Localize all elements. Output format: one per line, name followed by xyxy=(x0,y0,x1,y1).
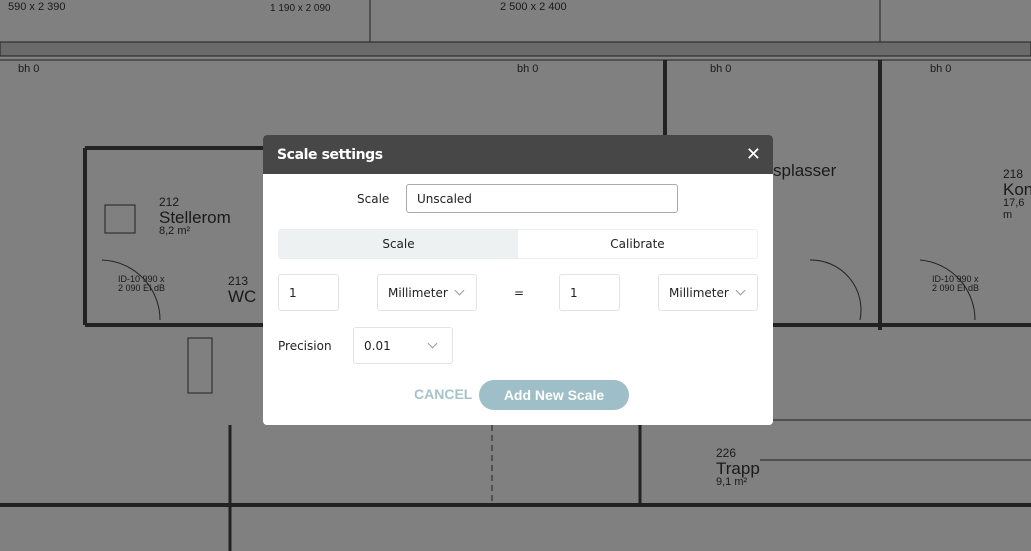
dialog-title: Scale settings xyxy=(277,146,383,163)
scale-label: Scale xyxy=(357,192,390,206)
room-label: 226 Trapp 9,1 m² xyxy=(716,446,760,489)
scale-name-value: Unscaled xyxy=(417,191,472,206)
annotation: bh 0 xyxy=(18,63,40,75)
annotation: 590 x 2 390 xyxy=(8,1,66,13)
left-unit-select[interactable]: Millimeter xyxy=(377,274,477,311)
close-icon[interactable]: ✕ xyxy=(746,144,761,165)
annotation: bh 0 xyxy=(517,63,539,75)
annotation: ID-10 990 x 2 090 EI dB xyxy=(932,274,980,294)
right-value-input[interactable]: 1 xyxy=(559,274,620,311)
precision-value: 0.01 xyxy=(364,338,391,353)
tab-scale[interactable]: Scale xyxy=(279,230,518,258)
left-unit: Millimeter xyxy=(388,285,448,300)
precision-select[interactable]: 0.01 xyxy=(353,327,453,364)
annotation: bh 0 xyxy=(930,63,952,75)
room-label: splasser xyxy=(773,161,837,180)
chevron-down-icon xyxy=(427,338,438,349)
add-new-scale-button[interactable]: Add New Scale xyxy=(479,380,629,410)
right-unit-select[interactable]: Millimeter xyxy=(658,274,758,311)
left-value: 1 xyxy=(289,285,297,300)
room-label: 212 Stellerom 8,2 m² xyxy=(159,195,231,238)
scale-settings-dialog: Scale settings ✕ Scale Unscaled Scale Ca… xyxy=(263,135,773,425)
right-value: 1 xyxy=(570,285,578,300)
left-value-input[interactable]: 1 xyxy=(278,274,339,311)
cancel-button[interactable]: CANCEL xyxy=(414,386,472,402)
annotation: bh 0 xyxy=(710,63,732,75)
scale-name-input[interactable]: Unscaled xyxy=(406,184,678,213)
mode-tabs: Scale Calibrate xyxy=(278,229,758,259)
right-unit: Millimeter xyxy=(669,285,729,300)
precision-label: Precision xyxy=(278,339,332,353)
annotation: 1 190 x 2 090 xyxy=(270,3,331,14)
dialog-header: Scale settings ✕ xyxy=(263,135,773,174)
tab-calibrate[interactable]: Calibrate xyxy=(518,230,757,258)
chevron-down-icon xyxy=(735,285,746,296)
room-label: 218 Kon 17,6 m xyxy=(1003,167,1031,221)
equals-sign: = xyxy=(514,286,525,300)
chevron-down-icon xyxy=(454,285,465,296)
annotation: 2 500 x 2 400 xyxy=(500,1,567,13)
annotation: ID-10 990 x 2 090 EI dB xyxy=(118,274,166,294)
room-label: 213 WC xyxy=(228,274,257,306)
